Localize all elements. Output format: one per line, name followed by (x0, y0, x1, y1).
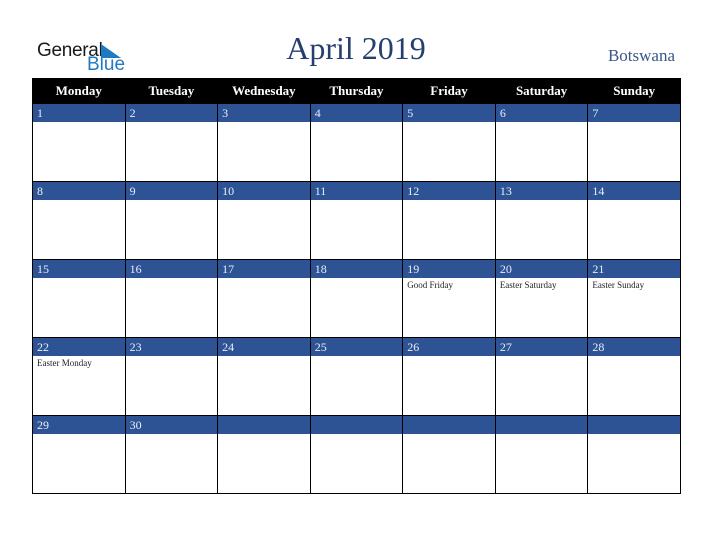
day-number: 14 (587, 181, 681, 200)
day-number: 3 (217, 103, 311, 122)
day-cell[interactable] (402, 434, 496, 494)
day-cell[interactable] (587, 356, 681, 416)
day-number: 24 (217, 337, 311, 356)
week-day-number-row: 15 16 17 18 19 20 21 (32, 259, 681, 278)
holiday-label: Easter Saturday (499, 280, 557, 290)
day-cell[interactable] (217, 356, 311, 416)
week-event-row: Easter Monday (32, 356, 681, 416)
weekday-header: Tuesday (124, 78, 219, 104)
weekday-header: Friday (402, 78, 496, 104)
day-cell[interactable] (494, 356, 589, 416)
weekday-header: Thursday (309, 78, 404, 104)
day-number: 2 (124, 103, 219, 122)
day-number: 20 (494, 259, 589, 278)
day-number: 27 (494, 337, 589, 356)
week-event-row (32, 434, 681, 494)
day-cell[interactable] (587, 200, 681, 260)
day-cell[interactable] (124, 122, 219, 182)
day-number: 12 (402, 181, 496, 200)
day-number: 29 (32, 415, 126, 434)
day-cell[interactable] (32, 434, 126, 494)
day-cell[interactable] (494, 434, 589, 494)
day-cell[interactable] (494, 200, 589, 260)
week-day-number-row: 8 9 10 11 12 13 14 (32, 181, 681, 200)
day-number: 8 (32, 181, 126, 200)
day-number: 5 (402, 103, 496, 122)
day-number: 17 (217, 259, 311, 278)
day-number: 1 (32, 103, 126, 122)
week-event-row: Good Friday Easter Saturday Easter Sunday (32, 278, 681, 338)
day-cell[interactable] (587, 122, 681, 182)
day-number (587, 415, 681, 434)
day-number: 23 (124, 337, 219, 356)
week-day-number-row: 22 23 24 25 26 27 28 (32, 337, 681, 356)
day-number (309, 415, 404, 434)
day-cell[interactable]: Easter Monday (32, 356, 126, 416)
weekday-header-row: Monday Tuesday Wednesday Thursday Friday… (32, 78, 681, 104)
day-number: 13 (494, 181, 589, 200)
day-cell[interactable] (32, 278, 126, 338)
day-cell[interactable] (402, 122, 496, 182)
day-cell[interactable]: Easter Sunday (587, 278, 681, 338)
day-number: 7 (587, 103, 681, 122)
day-cell[interactable] (402, 200, 496, 260)
day-number: 19 (402, 259, 496, 278)
day-number: 15 (32, 259, 126, 278)
day-number: 30 (124, 415, 219, 434)
week-day-number-row: 29 30 (32, 415, 681, 434)
day-cell[interactable]: Good Friday (402, 278, 496, 338)
day-cell[interactable] (217, 200, 311, 260)
day-cell[interactable] (32, 200, 126, 260)
week-event-row (32, 200, 681, 260)
country-label: Botswana (607, 46, 675, 65)
day-cell[interactable] (402, 356, 496, 416)
day-number: 22 (32, 337, 126, 356)
day-cell[interactable] (587, 434, 681, 494)
day-number: 25 (309, 337, 404, 356)
day-cell[interactable] (309, 356, 404, 416)
weekday-header: Saturday (494, 78, 589, 104)
day-number: 18 (309, 259, 404, 278)
weekday-header: Monday (32, 78, 126, 104)
day-number: 9 (124, 181, 219, 200)
day-number: 26 (402, 337, 496, 356)
day-number: 6 (494, 103, 589, 122)
holiday-label: Good Friday (407, 280, 453, 290)
day-cell[interactable] (309, 200, 404, 260)
day-number: 28 (587, 337, 681, 356)
week-event-row (32, 122, 681, 182)
holiday-label: Easter Monday (37, 358, 92, 368)
calendar-title: April 2019 (286, 30, 426, 66)
day-number: 16 (124, 259, 219, 278)
day-cell[interactable] (124, 278, 219, 338)
weekday-header: Sunday (587, 78, 681, 104)
day-number: 10 (217, 181, 311, 200)
day-cell[interactable] (494, 122, 589, 182)
day-cell[interactable] (309, 278, 404, 338)
day-cell[interactable] (124, 356, 219, 416)
day-number (494, 415, 589, 434)
day-cell[interactable] (124, 200, 219, 260)
day-cell[interactable] (217, 434, 311, 494)
day-cell[interactable] (217, 278, 311, 338)
calendar-grid: Monday Tuesday Wednesday Thursday Friday… (32, 78, 681, 494)
day-cell[interactable] (309, 122, 404, 182)
holiday-label: Easter Sunday (592, 280, 645, 290)
day-cell[interactable] (124, 434, 219, 494)
day-number (402, 415, 496, 434)
day-number: 4 (309, 103, 404, 122)
weekday-header: Wednesday (217, 78, 311, 104)
day-cell[interactable]: Easter Saturday (494, 278, 589, 338)
day-cell[interactable] (309, 434, 404, 494)
day-number (217, 415, 311, 434)
week-day-number-row: 1234567 (32, 103, 681, 122)
day-cell[interactable] (32, 122, 126, 182)
day-number: 11 (309, 181, 404, 200)
day-cell[interactable] (217, 122, 311, 182)
day-number: 21 (587, 259, 681, 278)
